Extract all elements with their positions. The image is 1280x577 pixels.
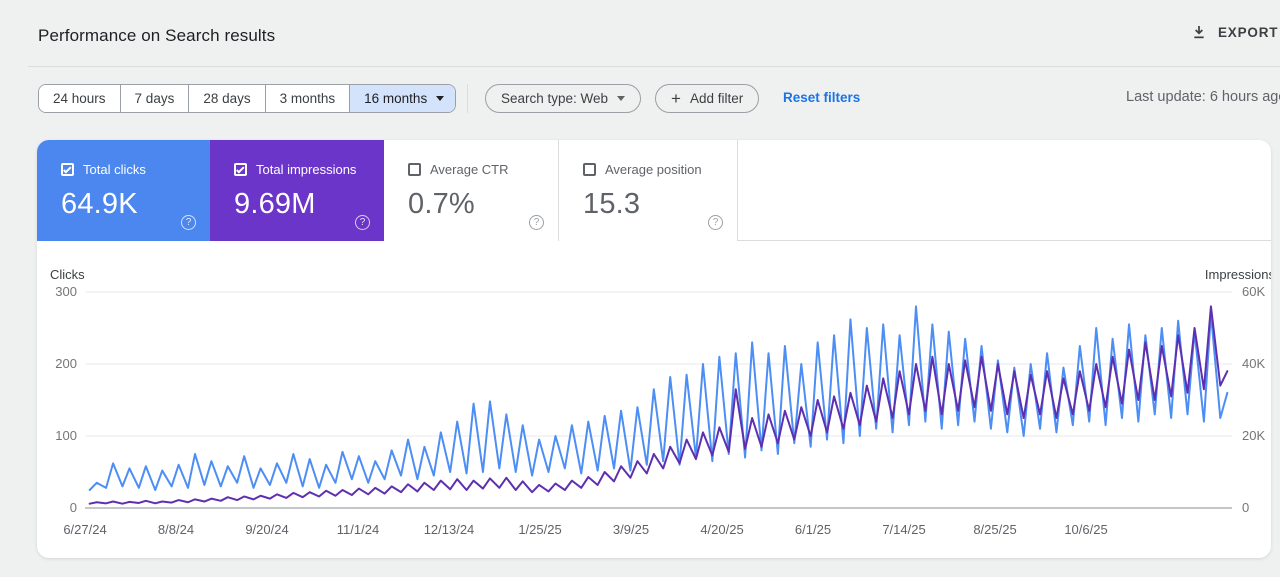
- metric-label: Total impressions: [256, 162, 356, 177]
- svg-text:6/1/25: 6/1/25: [795, 522, 831, 537]
- svg-text:60K: 60K: [1242, 284, 1265, 299]
- svg-text:0: 0: [1242, 500, 1249, 515]
- search-type-dropdown[interactable]: Search type: Web: [485, 84, 641, 113]
- check-icon: [236, 165, 244, 173]
- export-label: EXPORT: [1218, 25, 1278, 40]
- svg-text:0: 0: [70, 500, 77, 515]
- chevron-down-icon: [436, 96, 444, 101]
- range-chip-28-days[interactable]: 28 days: [188, 85, 264, 112]
- date-range-group: 24 hours 7 days 28 days 3 months 16 mont…: [38, 84, 456, 113]
- metric-card-average-position[interactable]: Average position 15.3 ?: [559, 140, 738, 241]
- svg-text:100: 100: [55, 428, 77, 443]
- svg-text:10/6/25: 10/6/25: [1064, 522, 1107, 537]
- performance-panel: Total clicks 64.9K ? Total impressions 9…: [37, 140, 1271, 558]
- svg-text:7/14/25: 7/14/25: [882, 522, 925, 537]
- performance-chart[interactable]: 0 100 200 300 0 20K 40K 60K Clicks Impressions 6/2…: [37, 255, 1271, 555]
- svg-text:Clicks: Clicks: [50, 267, 85, 282]
- toolbar-divider: [467, 84, 468, 113]
- checkbox-average-ctr[interactable]: [408, 163, 421, 176]
- line-chart-svg: 0 100 200 300 0 20K 40K 60K Clicks Impressions 6/2…: [37, 255, 1271, 555]
- svg-text:9/20/24: 9/20/24: [245, 522, 288, 537]
- checkbox-total-clicks[interactable]: [61, 163, 74, 176]
- svg-text:11/1/24: 11/1/24: [337, 522, 379, 537]
- help-icon[interactable]: ?: [181, 215, 196, 230]
- range-chip-16-months[interactable]: 16 months: [349, 85, 455, 112]
- svg-text:Impressions: Impressions: [1205, 267, 1271, 282]
- check-icon: [63, 165, 71, 173]
- help-icon[interactable]: ?: [355, 215, 370, 230]
- page-title: Performance on Search results: [38, 26, 275, 46]
- header-divider: [28, 66, 1280, 67]
- help-icon[interactable]: ?: [708, 215, 723, 230]
- metric-card-total-clicks[interactable]: Total clicks 64.9K ?: [37, 140, 210, 241]
- svg-text:40K: 40K: [1242, 356, 1265, 371]
- metric-label: Total clicks: [83, 162, 146, 177]
- export-button[interactable]: EXPORT: [1191, 24, 1278, 40]
- last-update-text: Last update: 6 hours ago: [1126, 89, 1280, 105]
- reset-filters-link[interactable]: Reset filters: [783, 90, 860, 105]
- svg-text:12/13/24: 12/13/24: [424, 522, 475, 537]
- svg-text:6/27/24: 6/27/24: [63, 522, 106, 537]
- chevron-down-icon: [617, 96, 625, 101]
- range-chip-7-days[interactable]: 7 days: [120, 85, 189, 112]
- download-icon: [1191, 24, 1207, 40]
- svg-text:3/9/25: 3/9/25: [613, 522, 649, 537]
- metric-label: Average CTR: [430, 162, 509, 177]
- checkbox-average-position[interactable]: [583, 163, 596, 176]
- svg-text:8/25/25: 8/25/25: [973, 522, 1016, 537]
- checkbox-total-impressions[interactable]: [234, 163, 247, 176]
- svg-text:200: 200: [55, 356, 77, 371]
- help-icon[interactable]: ?: [529, 215, 544, 230]
- add-filter-button[interactable]: + Add filter: [655, 84, 759, 113]
- svg-text:4/20/25: 4/20/25: [700, 522, 743, 537]
- plus-icon: +: [671, 89, 681, 109]
- range-chip-24-hours[interactable]: 24 hours: [39, 85, 120, 112]
- metric-label: Average position: [605, 162, 702, 177]
- metric-cards-row: Total clicks 64.9K ? Total impressions 9…: [37, 140, 1271, 241]
- svg-text:8/8/24: 8/8/24: [158, 522, 194, 537]
- svg-text:20K: 20K: [1242, 428, 1265, 443]
- metric-card-average-ctr[interactable]: Average CTR 0.7% ?: [384, 140, 559, 241]
- svg-text:300: 300: [55, 284, 77, 299]
- svg-text:1/25/25: 1/25/25: [518, 522, 561, 537]
- range-chip-3-months[interactable]: 3 months: [265, 85, 350, 112]
- metric-card-total-impressions[interactable]: Total impressions 9.69M ?: [210, 140, 384, 241]
